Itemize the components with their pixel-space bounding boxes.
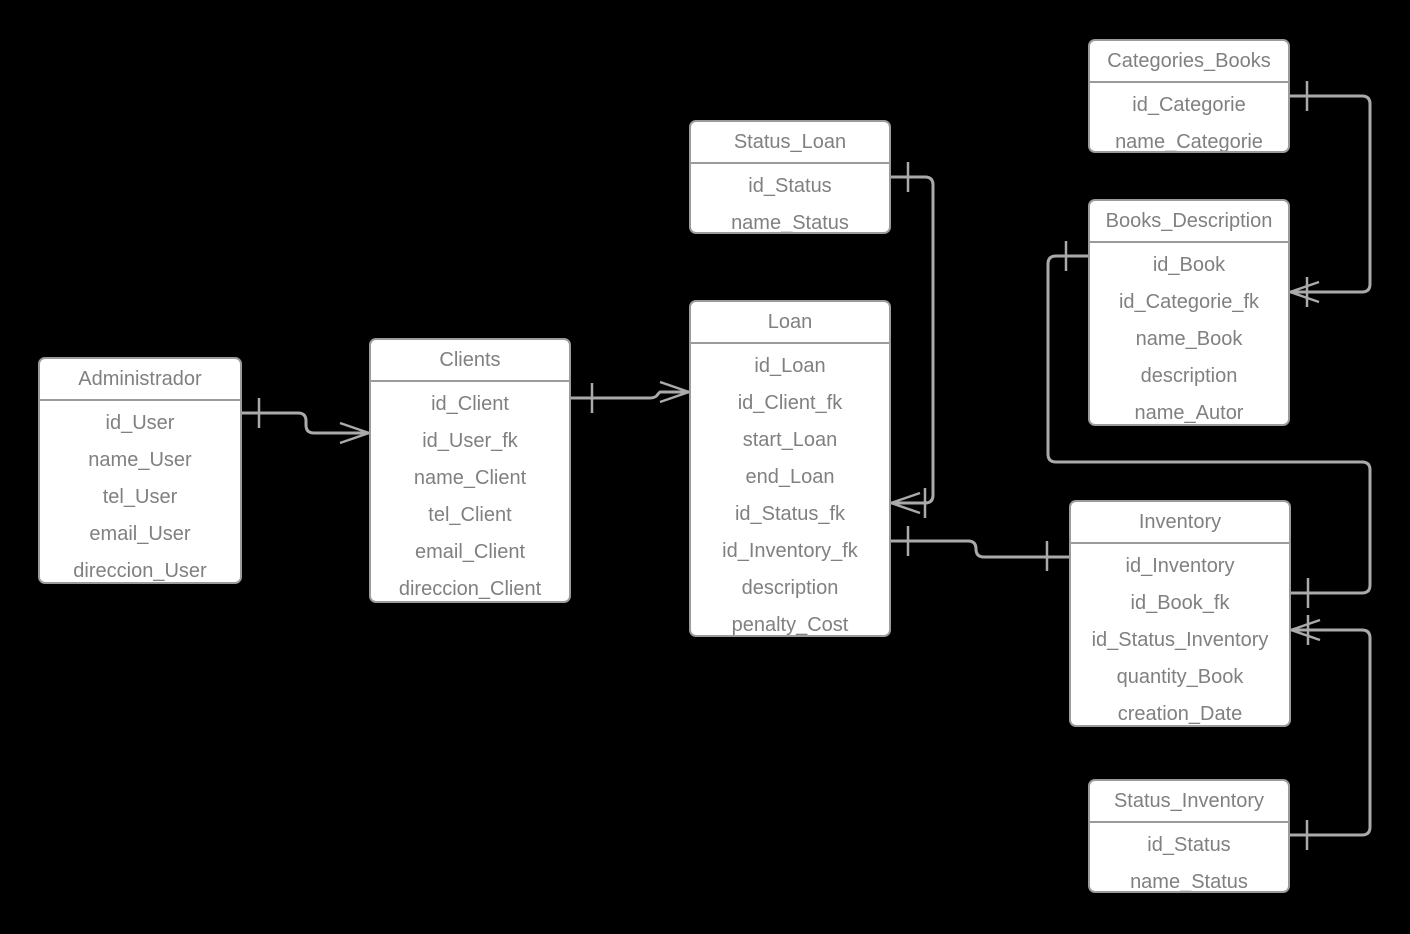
attribute-row: id_Categorie_fk <box>1118 291 1260 313</box>
connector-clients-loan <box>571 380 690 413</box>
entity-title: Status_Inventory <box>1090 781 1288 823</box>
entity-loan[interactable]: Loan id_Loan id_Client_fk start_Loan end… <box>689 300 891 637</box>
attribute-row: id_Inventory_fk <box>722 540 858 562</box>
entity-title: Books_Description <box>1090 201 1288 243</box>
connector-inventory-statusinventory <box>1290 615 1372 850</box>
entity-title: Categories_Books <box>1090 41 1288 83</box>
attribute-row: email_User <box>89 523 191 545</box>
attribute-row: direccion_Client <box>398 578 542 600</box>
attribute-row: id_Client <box>431 393 509 415</box>
attribute-row: tel_User <box>102 486 178 508</box>
attribute-row: id_Book_fk <box>1130 592 1230 614</box>
entity-title: Status_Loan <box>691 122 889 164</box>
entity-attribute-list: id_Status name_Status <box>1090 823 1288 893</box>
attribute-row: id_Status_Inventory <box>1091 629 1269 651</box>
attribute-row: id_Book <box>1152 254 1226 276</box>
attribute-row: creation_Date <box>1117 703 1243 725</box>
attribute-row: description <box>1140 365 1238 387</box>
entity-status-loan[interactable]: Status_Loan id_Status name_Status <box>689 120 891 234</box>
attribute-row: id_User_fk <box>422 430 518 452</box>
attribute-row: id_Client_fk <box>737 392 843 414</box>
connector-categories-books <box>1289 81 1372 307</box>
er-diagram-canvas: Administrador id_User name_User tel_User… <box>0 0 1410 934</box>
entity-title: Loan <box>691 302 889 344</box>
attribute-row: id_User <box>105 412 175 434</box>
entity-title: Inventory <box>1071 502 1289 544</box>
entity-attribute-list: id_User name_User tel_User email_User di… <box>40 401 240 582</box>
entity-attribute-list: id_Inventory id_Book_fk id_Status_Invent… <box>1071 544 1289 725</box>
connector-loan-inventory <box>891 526 1069 571</box>
entity-title: Administrador <box>40 359 240 401</box>
attribute-row: name_Categorie <box>1115 131 1263 153</box>
entity-attribute-list: id_Client id_User_fk name_Client tel_Cli… <box>371 382 569 601</box>
entity-attribute-list: id_Loan id_Client_fk start_Loan end_Loan… <box>691 344 889 636</box>
attribute-row: email_Client <box>414 541 526 563</box>
attribute-row: tel_Client <box>428 504 512 526</box>
entity-books-description[interactable]: Books_Description id_Book id_Categorie_f… <box>1088 199 1290 426</box>
entity-title: Clients <box>371 340 569 382</box>
attribute-row: name_Client <box>413 467 527 489</box>
attribute-row: name_Book <box>1135 328 1243 350</box>
connector-administrador-clients <box>242 398 370 445</box>
attribute-row: id_Status <box>748 175 832 197</box>
entity-attribute-list: id_Categorie name_Categorie <box>1090 83 1288 153</box>
entity-attribute-list: id_Book id_Categorie_fk name_Book descri… <box>1090 243 1288 424</box>
attribute-row: id_Inventory <box>1125 555 1235 577</box>
attribute-row: name_Status <box>731 212 849 234</box>
attribute-row: name_Status <box>1130 871 1248 893</box>
attribute-row: name_Autor <box>1134 402 1244 424</box>
attribute-row: description <box>741 577 839 599</box>
entity-categories-books[interactable]: Categories_Books id_Categorie name_Categ… <box>1088 39 1290 153</box>
attribute-row: id_Categorie <box>1132 94 1246 116</box>
entity-clients[interactable]: Clients id_Client id_User_fk name_Client… <box>369 338 571 603</box>
attribute-row: penalty_Cost <box>731 614 849 636</box>
attribute-row: quantity_Book <box>1116 666 1244 688</box>
attribute-row: id_Status <box>1147 834 1231 856</box>
attribute-row: id_Status_fk <box>734 503 846 525</box>
attribute-row: id_Loan <box>754 355 826 377</box>
attribute-row: name_User <box>88 449 192 471</box>
entity-inventory[interactable]: Inventory id_Inventory id_Book_fk id_Sta… <box>1069 500 1291 727</box>
attribute-row: direccion_User <box>73 560 207 582</box>
connector-statusloan-loan <box>890 162 935 518</box>
attribute-row: end_Loan <box>745 466 835 488</box>
entity-attribute-list: id_Status name_Status <box>691 164 889 234</box>
entity-administrador[interactable]: Administrador id_User name_User tel_User… <box>38 357 242 584</box>
entity-status-inventory[interactable]: Status_Inventory id_Status name_Status <box>1088 779 1290 893</box>
attribute-row: start_Loan <box>742 429 838 451</box>
